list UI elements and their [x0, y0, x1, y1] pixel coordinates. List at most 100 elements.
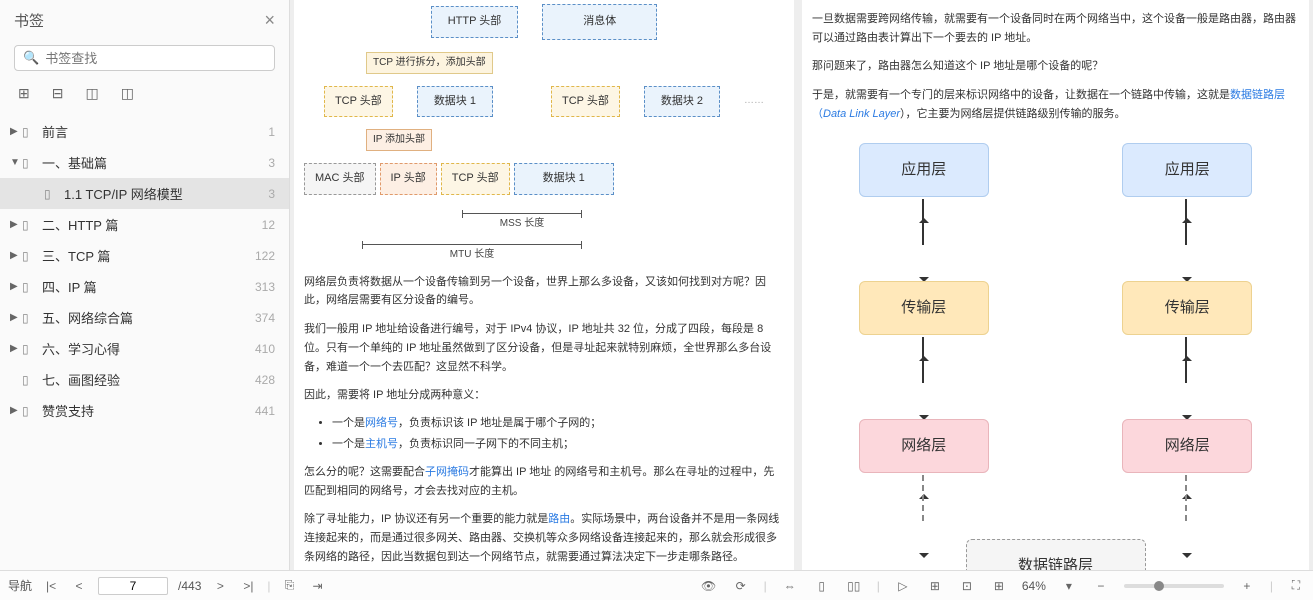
- bookmark-icon: ▯: [22, 249, 36, 263]
- zoom-out-button[interactable]: −: [1092, 579, 1110, 593]
- bookmark-item[interactable]: ▶▯ 五、网络综合篇374: [0, 302, 289, 333]
- bookmark-item[interactable]: ▶▯二、HTTP 篇12: [0, 209, 289, 240]
- bookmark-label: 七、画图经验: [42, 370, 255, 389]
- first-page-button[interactable]: |<: [42, 579, 60, 593]
- bookmark-item[interactable]: ▯1.1 TCP/IP 网络模型3: [0, 178, 289, 209]
- para: 我们一般用 IP 地址给设备进行编号，对于 IPv4 协议，IP 地址共 32 …: [304, 320, 784, 376]
- add-bookmark-icon[interactable]: ⊞: [18, 85, 30, 102]
- expand-icon[interactable]: ▶: [10, 250, 20, 261]
- bookmark-search[interactable]: 🔍: [14, 45, 275, 71]
- bookmark-item[interactable]: ▶▯ 三、TCP 篇122: [0, 240, 289, 271]
- next-page-button[interactable]: >: [211, 579, 229, 593]
- search-input[interactable]: [45, 51, 266, 66]
- bookmark-page: 374: [255, 311, 275, 325]
- bookmark-label: 前言: [42, 122, 268, 141]
- bookmarks-sidebar: 书签 × 🔍 ⊞ ⊟ ◫ ◫ ▶▯前言1▼▯一、基础篇3▯1.1 TCP/IP …: [0, 0, 290, 570]
- bookmark-icon: ▯: [22, 280, 36, 294]
- bookmark-label: 一、基础篇: [42, 153, 268, 172]
- expand-icon[interactable]: ▶: [10, 405, 20, 416]
- list-item: 一个是网络号，负责标识该 IP 地址是属于哪个子网的；: [332, 415, 784, 433]
- transport-layer-box: 传输层: [1122, 281, 1252, 335]
- tcp-split-label: TCP 进行拆分，添加头部: [366, 52, 493, 74]
- sidebar-title: 书签: [14, 10, 44, 31]
- ip-header-box: IP 头部: [380, 163, 437, 195]
- tcp-header-box: TCP 头部: [324, 86, 393, 118]
- rotate-icon[interactable]: ⟳: [732, 579, 750, 593]
- zoom-dropdown-icon[interactable]: ▾: [1060, 579, 1078, 593]
- bookmark-label: 赞赏支持: [42, 401, 255, 420]
- layout3-icon[interactable]: ⊞: [990, 579, 1008, 593]
- bookmark-label: 四、IP 篇: [42, 277, 255, 296]
- bookmark-label: 1.1 TCP/IP 网络模型: [64, 184, 268, 203]
- play-icon[interactable]: ▷: [894, 579, 912, 593]
- expand-icon[interactable]: ▶: [10, 281, 20, 292]
- para: 那问题来了，路由器怎么知道这个 IP 地址是哪个设备的呢？: [812, 57, 1299, 76]
- nav-label: 导航: [8, 577, 32, 594]
- eye-icon[interactable]: 👁: [700, 579, 718, 593]
- tool-icon[interactable]: ⎘: [281, 578, 299, 593]
- close-icon[interactable]: ×: [264, 10, 275, 31]
- zoom-slider[interactable]: [1124, 584, 1224, 588]
- bookmark-item[interactable]: ▯七、画图经验428: [0, 364, 289, 395]
- bookmark-item[interactable]: ▼▯ 一、基础篇3: [0, 147, 289, 178]
- page-total: /443: [178, 579, 201, 593]
- bookmark-tool2-icon[interactable]: ◫: [121, 85, 134, 102]
- bookmark-page: 410: [255, 342, 275, 356]
- expand-icon[interactable]: ▶: [10, 219, 20, 230]
- fullscreen-icon[interactable]: ⛶: [1287, 578, 1305, 593]
- mss-label: MSS 长度: [462, 216, 582, 232]
- expand-icon[interactable]: ▼: [10, 157, 20, 168]
- delete-bookmark-icon[interactable]: ⊟: [52, 85, 64, 102]
- bookmark-icon: ▯: [22, 218, 36, 232]
- datalink-layer-box: 数据链路层: [966, 539, 1146, 570]
- bookmark-page: 1: [268, 125, 275, 139]
- last-page-button[interactable]: >|: [239, 579, 257, 593]
- search-icon: 🔍: [23, 50, 39, 66]
- tool-icon[interactable]: ⇥: [309, 579, 327, 593]
- bookmark-icon: ▯: [22, 311, 36, 325]
- data-block-1b: 数据块 1: [514, 163, 614, 195]
- expand-icon[interactable]: ▶: [10, 343, 20, 354]
- bookmark-page: 3: [268, 156, 275, 170]
- zoom-in-button[interactable]: +: [1238, 579, 1256, 593]
- tcp-header-box-3: TCP 头部: [441, 163, 510, 195]
- page-input[interactable]: [98, 577, 168, 595]
- para: 网络层负责将数据从一个设备传输到另一个设备，世界上那么多设备，又该如何找到对方呢…: [304, 273, 784, 310]
- app-layer-box: 应用层: [1122, 143, 1252, 197]
- mac-header-box: MAC 头部: [304, 163, 376, 195]
- expand-icon[interactable]: ▶: [10, 312, 20, 323]
- bookmark-item[interactable]: ▶▯前言1: [0, 116, 289, 147]
- bookmark-item[interactable]: ▶▯ 六、学习心得410: [0, 333, 289, 364]
- bookmark-label: 六、学习心得: [42, 339, 255, 358]
- list-item: 一个是主机号，负责标识同一子网下的不同主机；: [332, 436, 784, 454]
- bookmark-icon: ▯: [22, 404, 36, 418]
- http-header-box: HTTP 头部: [431, 6, 519, 38]
- layout-icon[interactable]: ⊞: [926, 579, 944, 593]
- app-layer-box: 应用层: [859, 143, 989, 197]
- document-view: HTTP 头部 消息体 TCP 进行拆分，添加头部 TCP 头部 数据块 1 T…: [290, 0, 1313, 570]
- bookmark-label: 三、TCP 篇: [42, 246, 255, 265]
- bookmark-icon: ▯: [22, 342, 36, 356]
- fit-width-icon[interactable]: ⇔: [781, 579, 799, 593]
- prev-page-button[interactable]: <: [70, 579, 88, 593]
- bookmark-label: 五、网络综合篇: [42, 308, 255, 327]
- bookmark-item[interactable]: ▶▯四、IP 篇313: [0, 271, 289, 302]
- bookmark-page: 441: [255, 404, 275, 418]
- bookmark-icon: ▯: [44, 187, 58, 201]
- page-left: HTTP 头部 消息体 TCP 进行拆分，添加头部 TCP 头部 数据块 1 T…: [294, 0, 794, 570]
- bookmark-tool-icon[interactable]: ◫: [85, 85, 98, 102]
- bookmark-item[interactable]: ▶▯ 赞赏支持441: [0, 395, 289, 426]
- expand-icon[interactable]: ▶: [10, 126, 20, 137]
- single-page-icon[interactable]: ▯: [813, 579, 831, 593]
- para: 于是，就需要有一个专门的层来标识网络中的设备，让数据在一个链路中传输，这就是数据…: [812, 86, 1299, 123]
- bookmark-page: 122: [255, 249, 275, 263]
- transport-layer-box: 传输层: [859, 281, 989, 335]
- para: 怎么分的呢？这需要配合子网掩码才能算出 IP 地址 的网络号和主机号。那么在寻址…: [304, 463, 784, 500]
- zoom-value: 64%: [1022, 579, 1046, 593]
- layout2-icon[interactable]: ⊡: [958, 579, 976, 593]
- network-layer-box: 网络层: [1122, 419, 1252, 473]
- ip-add-label: IP 添加头部: [366, 129, 432, 151]
- two-page-icon[interactable]: ▯▯: [845, 579, 863, 593]
- bookmark-icon: ▯: [22, 156, 36, 170]
- bookmark-page: 12: [262, 218, 275, 232]
